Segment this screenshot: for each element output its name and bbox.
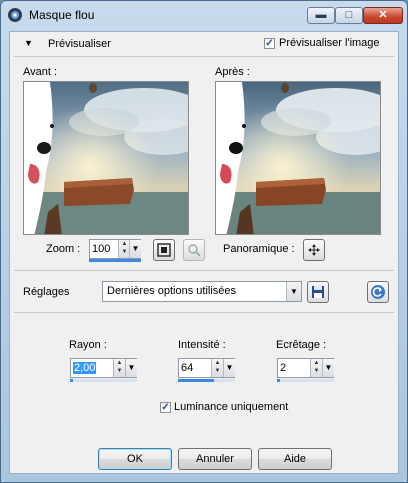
radius-label: Rayon : bbox=[69, 339, 107, 351]
presets-selected-value: Dernières options utilisées bbox=[107, 285, 237, 297]
zoom-spinbox[interactable]: 100 ▲ ▼ ▼ bbox=[89, 239, 141, 259]
preview-image-checkbox[interactable]: ✓ bbox=[264, 38, 275, 49]
floppy-disk-icon bbox=[312, 286, 324, 298]
clipping-dropdown-icon[interactable]: ▼ bbox=[322, 359, 334, 377]
collapse-arrow-icon[interactable]: ▼ bbox=[24, 38, 33, 48]
zoom-dropdown-icon[interactable]: ▼ bbox=[129, 240, 141, 258]
separator bbox=[14, 312, 394, 313]
zoom-value: 100 bbox=[92, 243, 111, 255]
move-arrows-icon bbox=[308, 244, 320, 256]
zoom-label: Zoom : bbox=[46, 243, 81, 255]
intensity-spinbox[interactable]: 64 ▲ ▼ ▼ bbox=[178, 358, 235, 378]
radius-spin-arrows-icon[interactable]: ▲ ▼ bbox=[113, 359, 125, 377]
reset-button[interactable] bbox=[367, 281, 389, 303]
luminance-label: Luminance uniquement bbox=[174, 401, 289, 413]
radius-slider[interactable] bbox=[70, 379, 137, 382]
radius-slider-fill bbox=[70, 379, 73, 382]
pan-label: Panoramique : bbox=[223, 243, 295, 255]
zoom-tool-button[interactable] bbox=[183, 239, 205, 261]
reset-arrow-icon bbox=[371, 285, 385, 299]
before-preview-image[interactable] bbox=[23, 81, 189, 235]
clipping-spin-arrows-icon[interactable]: ▲ ▼ bbox=[310, 359, 322, 377]
zoom-slider-fill bbox=[89, 259, 141, 262]
intensity-spin-arrows-icon[interactable]: ▲ ▼ bbox=[211, 359, 223, 377]
radius-spinbox[interactable]: 2,00 ▲ ▼ ▼ bbox=[70, 358, 137, 378]
radius-value: 2,00 bbox=[73, 362, 97, 374]
app-icon bbox=[7, 7, 23, 23]
maximize-button[interactable]: □ bbox=[335, 7, 363, 24]
intensity-value: 64 bbox=[181, 362, 194, 374]
magnifier-icon bbox=[188, 244, 201, 257]
dialog-body: ▼ Prévisualiser ✓ Prévisualiser l'image … bbox=[9, 31, 399, 474]
clipping-spinbox[interactable]: 2 ▲ ▼ ▼ bbox=[277, 358, 334, 378]
clipping-value: 2 bbox=[280, 362, 287, 374]
minimize-button[interactable]: ▬ bbox=[307, 7, 335, 24]
intensity-dropdown-icon[interactable]: ▼ bbox=[223, 359, 235, 377]
presets-combobox[interactable]: Dernières options utilisées ▼ bbox=[102, 281, 302, 302]
intensity-slider-fill bbox=[178, 379, 214, 382]
cancel-button[interactable]: Annuler bbox=[178, 448, 252, 470]
ok-button[interactable]: OK bbox=[98, 448, 172, 470]
window-title: Masque flou bbox=[29, 8, 95, 22]
dialog-window: Masque flou ▬ □ ✕ ▼ Prévisualiser ✓ Prév… bbox=[0, 0, 408, 483]
help-button[interactable]: Aide bbox=[258, 448, 332, 470]
presets-label: Réglages bbox=[23, 286, 70, 298]
presets-dropdown-icon[interactable]: ▼ bbox=[286, 282, 301, 301]
title-bar[interactable]: Masque flou ▬ □ ✕ bbox=[1, 1, 407, 29]
separator bbox=[14, 270, 394, 271]
zoom-slider[interactable] bbox=[89, 259, 141, 262]
after-preview-image[interactable] bbox=[215, 81, 381, 235]
before-label: Avant : bbox=[23, 66, 58, 78]
intensity-label: Intensité : bbox=[178, 339, 226, 351]
zoom-fit-icon bbox=[157, 243, 171, 257]
zoom-fit-button[interactable] bbox=[153, 239, 175, 261]
clipping-label: Ecrêtage : bbox=[276, 339, 327, 351]
preview-section-label: Prévisualiser bbox=[48, 38, 111, 50]
separator bbox=[14, 56, 394, 57]
clipping-slider[interactable] bbox=[277, 379, 334, 382]
radius-dropdown-icon[interactable]: ▼ bbox=[125, 359, 137, 377]
close-button[interactable]: ✕ bbox=[363, 7, 403, 24]
intensity-slider[interactable] bbox=[178, 379, 235, 382]
clipping-slider-fill bbox=[277, 379, 280, 382]
preview-image-label: Prévisualiser l'image bbox=[279, 37, 380, 49]
save-preset-button[interactable] bbox=[307, 281, 329, 303]
luminance-checkbox[interactable]: ✓ bbox=[160, 402, 171, 413]
pan-button[interactable] bbox=[303, 239, 325, 261]
after-label: Après : bbox=[215, 66, 250, 78]
